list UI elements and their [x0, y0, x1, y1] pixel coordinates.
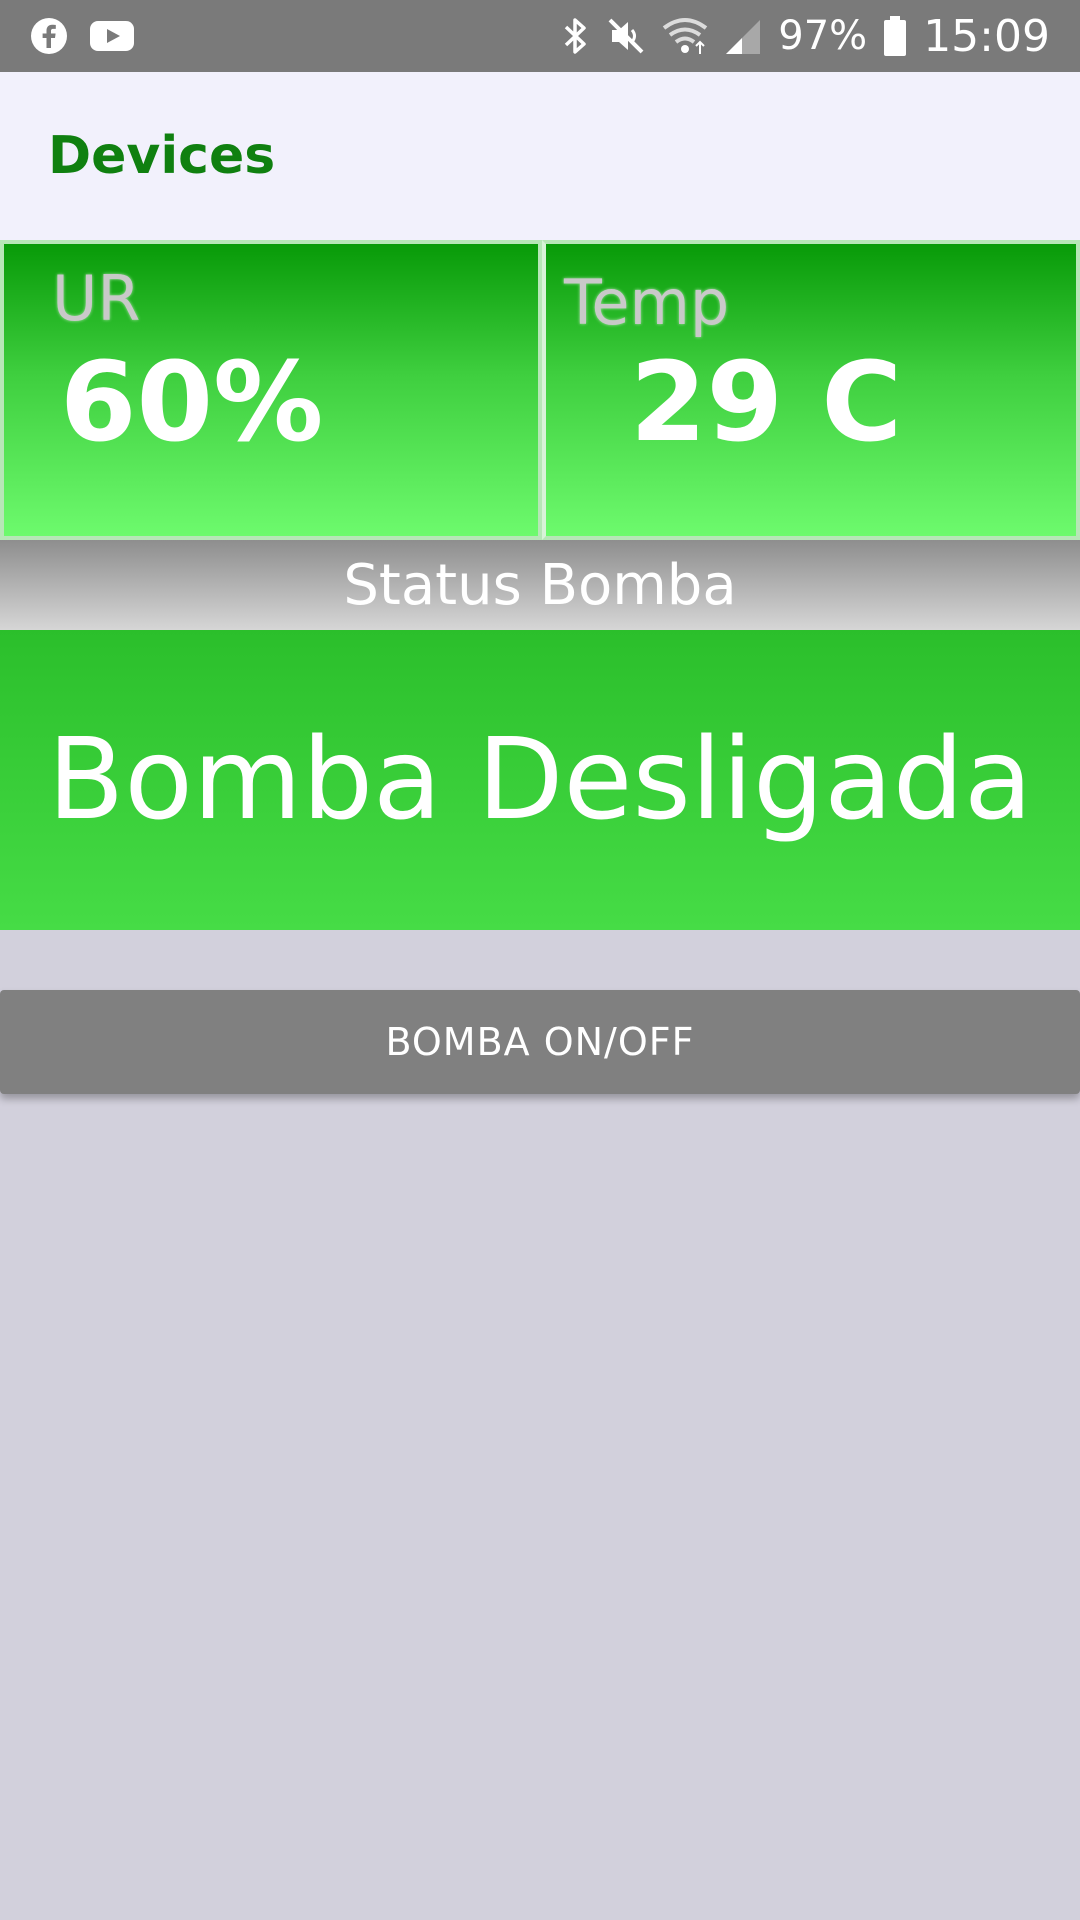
status-bar-right: 97% 15:09	[562, 11, 1050, 62]
wifi-icon	[662, 16, 708, 56]
status-bar: 97% 15:09	[0, 0, 1080, 72]
pump-toggle-button[interactable]: BOMBA ON/OFF	[0, 990, 1080, 1094]
signal-icon	[724, 16, 762, 56]
temperature-label: Temp	[564, 266, 730, 339]
pump-toggle-label: BOMBA ON/OFF	[385, 1020, 695, 1064]
humidity-value: 60%	[60, 338, 324, 466]
pump-status-panel: Bomba Desligada	[0, 630, 1080, 930]
battery-level: 97%	[778, 13, 868, 59]
humidity-tile: UR 60%	[0, 240, 542, 540]
temperature-value: 29 C	[630, 338, 903, 466]
page-title: Devices	[48, 126, 276, 186]
facebook-icon	[30, 17, 68, 55]
pump-status-text: Bomba Desligada	[47, 715, 1033, 845]
bluetooth-icon	[562, 16, 590, 56]
status-bar-left	[30, 17, 134, 55]
sensor-row: UR 60% Temp 29 C	[0, 240, 1080, 540]
pump-status-header-label: Status Bomba	[343, 552, 737, 618]
app-bar: Devices	[0, 72, 1080, 240]
temperature-tile: Temp 29 C	[542, 240, 1080, 540]
pump-status-header: Status Bomba	[0, 540, 1080, 630]
humidity-label: UR	[52, 262, 141, 335]
battery-icon	[883, 16, 907, 56]
clock: 15:09	[923, 10, 1050, 62]
youtube-icon	[90, 19, 134, 53]
mute-icon	[606, 16, 646, 56]
